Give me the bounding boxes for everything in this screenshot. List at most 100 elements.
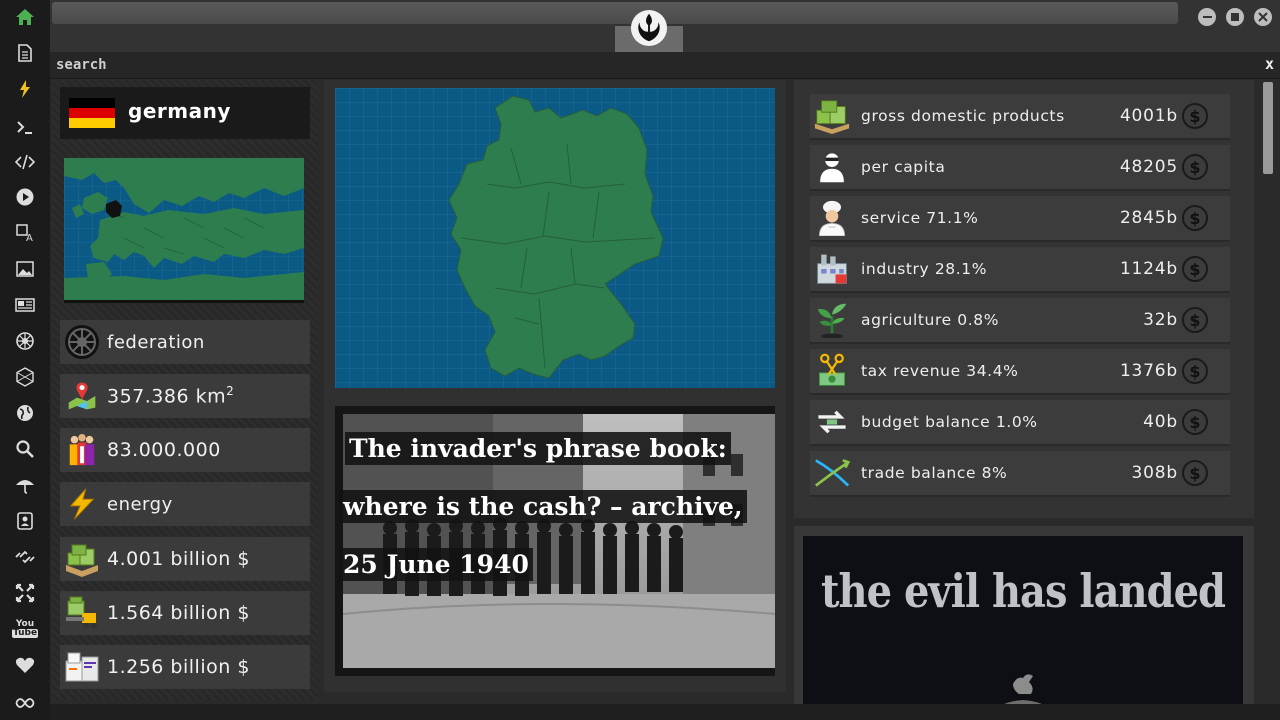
code-icon[interactable]: [0, 145, 50, 179]
gdp-total-row: 4.001 billion $: [60, 537, 310, 581]
country-name: germany: [128, 99, 231, 123]
econ-row-budget-balance[interactable]: budget balance 1.0% 40b $: [810, 400, 1230, 446]
close-window-button[interactable]: [1254, 8, 1272, 26]
news-card[interactable]: The invader's phrase book: where is the …: [335, 406, 775, 676]
search-bar: x: [50, 52, 1280, 79]
dollar-icon: $: [1182, 409, 1208, 435]
area-row: 357.386 km2: [60, 374, 310, 418]
rebel-alliance-logo-icon: [630, 9, 668, 47]
population-icon: [64, 432, 100, 468]
government-row: federation: [60, 320, 310, 364]
econ-value: 308b: [1131, 463, 1178, 483]
dollar-icon: $: [1182, 205, 1208, 231]
econ-label: service 71.1%: [861, 209, 979, 227]
news-headline-line-1: The invader's phrase book:: [345, 432, 731, 465]
hexagon-icon[interactable]: [0, 360, 50, 394]
econ-value: 40b: [1143, 412, 1178, 432]
youtube-label-bottom: Tube: [11, 628, 39, 638]
econ-value: 1124b: [1119, 259, 1178, 279]
sprout-icon: [812, 300, 852, 340]
econ-label: trade balance 8%: [861, 464, 1008, 482]
area-value: 357.386 km2: [107, 384, 234, 407]
econ-row-industry[interactable]: industry 28.1% 1124b $: [810, 247, 1230, 293]
heart-icon[interactable]: [0, 648, 50, 682]
econ-label: agriculture 0.8%: [861, 311, 1000, 329]
area-number: 357.386 km: [107, 385, 227, 408]
resource-row: energy: [60, 482, 310, 526]
play-icon[interactable]: [0, 180, 50, 214]
population-row: 83.000.000: [60, 428, 310, 472]
resource-value: energy: [107, 493, 173, 515]
search-close-button[interactable]: x: [1265, 55, 1274, 73]
exports-total-value: 1.256 billion $: [107, 656, 250, 678]
econ-label: tax revenue 34.4%: [861, 362, 1019, 380]
search-icon[interactable]: [0, 432, 50, 466]
econ-row-gdp[interactable]: gross domestic products 4001b $: [810, 94, 1230, 140]
country-flag: [69, 98, 115, 128]
econ-value: 48205: [1119, 157, 1178, 177]
chef-icon: [812, 198, 852, 238]
energy-bolt-icon: [64, 486, 100, 522]
shipping-boxes-icon: [64, 649, 100, 685]
econ-value: 4001b: [1119, 106, 1178, 126]
dollar-icon: $: [1182, 307, 1208, 333]
title-bar-drag-area[interactable]: [52, 2, 1178, 24]
econ-row-tax-revenue[interactable]: tax revenue 34.4% 1376b $: [810, 349, 1230, 395]
empire-icon[interactable]: [0, 324, 50, 358]
translate-icon[interactable]: A: [0, 216, 50, 250]
infinity-icon[interactable]: [0, 686, 50, 720]
government-type: federation: [107, 331, 205, 353]
document-icon[interactable]: [0, 36, 50, 70]
econ-value: 2845b: [1119, 208, 1178, 228]
person-icon: [812, 147, 852, 187]
exports-total-row: 1.256 billion $: [60, 645, 310, 689]
minimize-button[interactable]: [1198, 8, 1216, 26]
industry-total-row: 1.564 billion $: [60, 591, 310, 635]
locator-map[interactable]: [64, 158, 304, 303]
contact-icon[interactable]: [0, 504, 50, 538]
svg-text:A: A: [26, 233, 33, 243]
bottom-strip: [50, 704, 1280, 720]
country-header: germany: [60, 87, 310, 139]
scissors-money-icon: [812, 351, 852, 391]
empire-emblem-icon: [64, 324, 100, 360]
link-icon[interactable]: [0, 540, 50, 574]
money-stack-icon: [64, 541, 100, 577]
movie-poster[interactable]: the evil has landed: [803, 536, 1243, 720]
dollar-icon: $: [1182, 103, 1208, 129]
econ-label: budget balance 1.0%: [861, 413, 1038, 431]
lightning-icon[interactable]: [0, 72, 50, 106]
maximize-button[interactable]: [1226, 8, 1244, 26]
dollar-icon: $: [1182, 154, 1208, 180]
econ-row-per-capita[interactable]: per capita 48205 $: [810, 145, 1230, 191]
exchange-arrows-icon: [812, 402, 852, 442]
economy-scroll-thumb[interactable]: [1263, 82, 1273, 174]
econ-label: gross domestic products: [861, 107, 1065, 125]
trade-cross-icon: [812, 453, 852, 493]
country-map[interactable]: [335, 88, 775, 388]
globe-icon[interactable]: [0, 396, 50, 430]
area-unit-exponent: 2: [226, 384, 235, 399]
top-bar: [50, 0, 1280, 52]
terminal-icon[interactable]: [0, 110, 50, 144]
econ-row-trade-balance[interactable]: trade balance 8% 308b $: [810, 451, 1230, 497]
industry-total-value: 1.564 billion $: [107, 602, 250, 624]
econ-row-agriculture[interactable]: agriculture 0.8% 32b $: [810, 298, 1230, 344]
search-input[interactable]: [56, 55, 1246, 75]
expand-icon[interactable]: [0, 576, 50, 610]
umbrella-icon[interactable]: [0, 468, 50, 502]
sidebar: A You Tube: [0, 0, 50, 720]
dollar-icon: $: [1182, 358, 1208, 384]
home-icon[interactable]: [0, 0, 50, 34]
econ-label: industry 28.1%: [861, 260, 988, 278]
poster-title: the evil has landed: [821, 564, 1226, 619]
econ-row-service[interactable]: service 71.1% 2845b $: [810, 196, 1230, 242]
money-stack-icon: [812, 96, 852, 136]
dollar-icon: $: [1182, 460, 1208, 486]
population-value: 83.000.000: [107, 439, 221, 461]
gdp-total-value: 4.001 billion $: [107, 548, 250, 570]
youtube-icon[interactable]: You Tube: [0, 612, 50, 646]
image-icon[interactable]: [0, 252, 50, 286]
news-icon[interactable]: [0, 288, 50, 322]
forklift-money-icon: [64, 595, 100, 631]
